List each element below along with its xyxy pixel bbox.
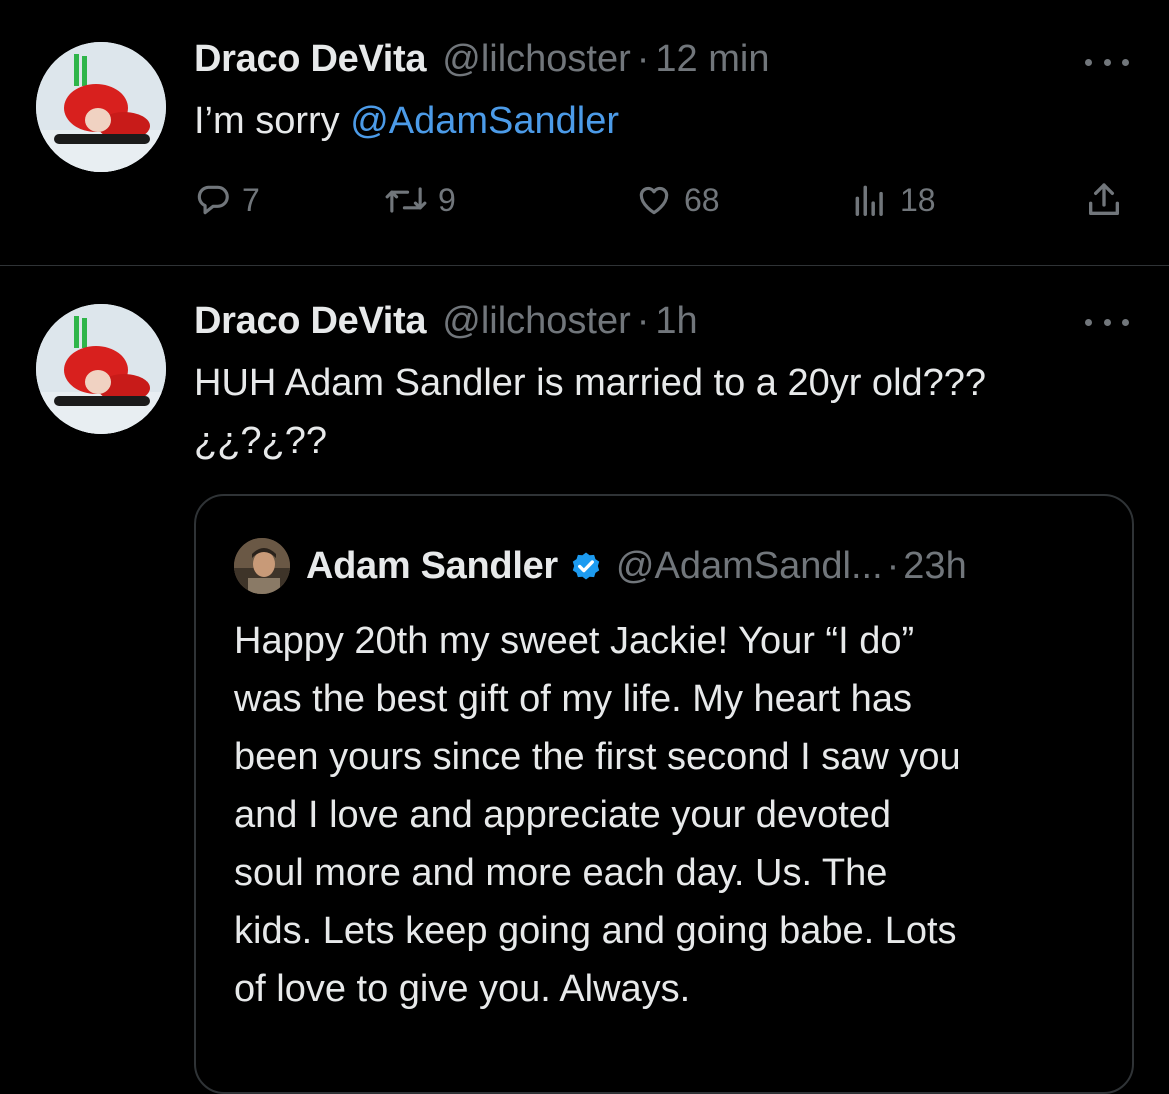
quoted-avatar	[234, 538, 290, 594]
quoted-text-line: been yours since the first second I saw …	[234, 736, 961, 778]
share-button[interactable]	[1084, 172, 1124, 228]
author-handle[interactable]: @lilchoster	[442, 38, 631, 81]
tweet-text: I’m sorry @AdamSandler	[194, 92, 619, 150]
tweet-text-prefix: I’m sorry	[194, 100, 351, 142]
author-name[interactable]: Draco DeVita	[194, 300, 427, 343]
quoted-tweet-text: Happy 20th my sweet Jackie! Your “I do” …	[234, 612, 1114, 1018]
timestamp[interactable]: 12 min	[655, 38, 769, 81]
reply-icon	[197, 185, 229, 215]
mention-link[interactable]: @AdamSandler	[350, 100, 619, 142]
quoted-text-line: of love to give you. Always.	[234, 968, 691, 1010]
tweet-text: HUH Adam Sandler is married to a 20yr ol…	[194, 354, 986, 470]
tweet[interactable]: Draco DeVita @lilchoster · 12 min I’m so…	[0, 0, 1169, 266]
quoted-tweet-header: Adam Sandler @AdamSandl... · 23h	[234, 538, 967, 594]
quoted-text-line: was the best gift of my life. My heart h…	[234, 678, 912, 720]
quoted-text-line: Happy 20th my sweet Jackie! Your “I do”	[234, 620, 915, 662]
share-icon	[1089, 183, 1119, 215]
quoted-text-line: and I love and appreciate your devoted	[234, 794, 892, 836]
verified-icon	[572, 552, 600, 580]
quoted-author-name[interactable]: Adam Sandler	[306, 545, 558, 588]
tweet[interactable]: Draco DeVita @lilchoster · 1h HUH Adam S…	[0, 266, 1169, 1094]
author-name[interactable]: Draco DeVita	[194, 38, 427, 81]
views-count: 18	[900, 181, 936, 218]
retweet-icon	[385, 187, 427, 213]
timestamp[interactable]: 1h	[655, 300, 697, 343]
like-count: 68	[684, 181, 720, 218]
tweet-header: Draco DeVita @lilchoster · 12 min	[194, 38, 769, 82]
like-icon	[639, 186, 669, 215]
tweet-text-line: ¿¿?¿??	[194, 420, 328, 462]
quoted-author-handle[interactable]: @AdamSandl...	[616, 545, 883, 588]
avatar[interactable]	[36, 304, 166, 434]
author-handle[interactable]: @lilchoster	[442, 300, 631, 343]
avatar[interactable]	[36, 42, 166, 172]
retweet-button[interactable]: 9	[384, 172, 456, 228]
like-button[interactable]: 68	[634, 172, 720, 228]
separator-dot: ·	[886, 544, 900, 587]
more-icon[interactable]	[1085, 312, 1129, 332]
views-icon	[855, 185, 883, 216]
quoted-text-line: soul more and more each day. Us. The	[234, 852, 888, 894]
reply-count: 7	[242, 181, 260, 218]
separator-dot: ·	[636, 38, 650, 80]
quoted-tweet[interactable]: Adam Sandler @AdamSandl... · 23h Happy 2…	[194, 494, 1134, 1094]
separator-dot: ·	[636, 300, 650, 342]
tweet-header: Draco DeVita @lilchoster · 1h	[194, 300, 698, 344]
action-bar: 7 9 68 18	[0, 172, 1169, 228]
retweet-count: 9	[438, 181, 456, 218]
quoted-text-line: kids. Lets keep going and going babe. Lo…	[234, 910, 957, 952]
more-icon[interactable]	[1085, 52, 1129, 72]
quoted-timestamp[interactable]: 23h	[903, 545, 966, 588]
tweet-text-line: HUH Adam Sandler is married to a 20yr ol…	[194, 362, 987, 404]
reply-button[interactable]: 7	[194, 172, 260, 228]
views-button[interactable]: 18	[850, 172, 936, 228]
